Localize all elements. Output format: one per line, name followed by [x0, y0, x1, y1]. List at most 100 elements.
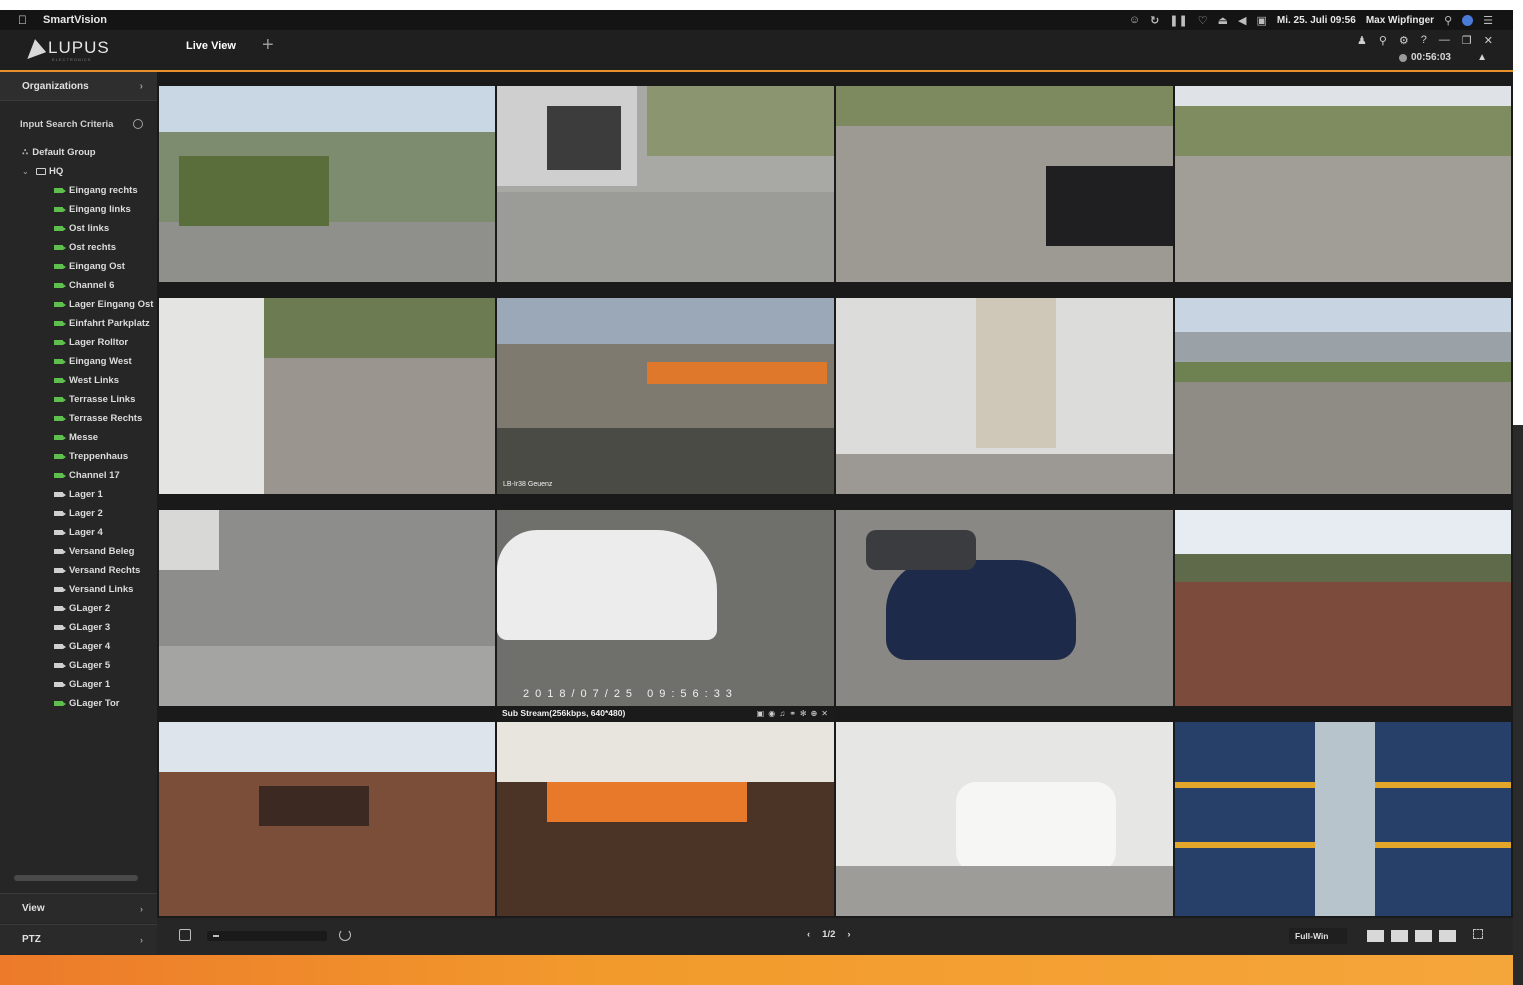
video-tile-3[interactable]: [836, 86, 1173, 282]
prev-page-icon[interactable]: ‹: [807, 929, 810, 940]
pause-icon[interactable]: ❚❚: [1169, 14, 1187, 27]
tree-camera-item[interactable]: Lager Eingang Ost: [0, 295, 157, 314]
view-panel-header[interactable]: View ›: [0, 893, 157, 923]
volume-icon[interactable]: ◀: [1238, 14, 1246, 27]
tree-camera-item[interactable]: Lager 2: [0, 504, 157, 523]
chevron-down-icon[interactable]: ⌄: [22, 167, 36, 176]
zoom-icon[interactable]: ⊕: [811, 709, 818, 718]
tree-camera-item[interactable]: Terrasse Rechts: [0, 409, 157, 428]
tree-camera-item[interactable]: Lager 1: [0, 485, 157, 504]
video-tile-16[interactable]: [1175, 722, 1511, 916]
heart-icon[interactable]: ♡: [1198, 14, 1208, 27]
mic-icon[interactable]: ⚭: [789, 709, 796, 718]
window-controls: ♟ ⚲ ⚙ ? — ❐ ✕: [1357, 34, 1493, 47]
snapshot-icon[interactable]: ◉: [768, 709, 775, 718]
ptz-panel-header[interactable]: PTZ ›: [0, 924, 157, 954]
tree-camera-item[interactable]: Versand Beleg: [0, 542, 157, 561]
tree-camera-item[interactable]: GLager 3: [0, 618, 157, 637]
tree-camera-item[interactable]: Eingang West: [0, 352, 157, 371]
app-menu-name[interactable]: SmartVision: [43, 14, 107, 26]
tree-camera-item[interactable]: Ost links: [0, 219, 157, 238]
organizations-header[interactable]: Organizations ›: [0, 72, 157, 101]
help-icon[interactable]: ?: [1421, 34, 1427, 47]
history-icon[interactable]: ↻: [1150, 14, 1159, 27]
tree-default-group[interactable]: ∴ Default Group: [0, 143, 157, 162]
siri-icon[interactable]: [1462, 14, 1474, 26]
fullscreen-icon[interactable]: [1473, 929, 1483, 939]
minimize-icon[interactable]: —: [1439, 34, 1450, 47]
layout-4-icon[interactable]: [1439, 930, 1456, 942]
camera-icon: [54, 302, 66, 307]
search-input[interactable]: Input Search Criteria: [0, 113, 157, 135]
sidebar-splitter[interactable]: [14, 875, 138, 881]
tree-camera-item[interactable]: Lager Rolltor: [0, 333, 157, 352]
video-tile-6[interactable]: LB-Ir38 Geuenz: [497, 298, 834, 494]
video-tile-7[interactable]: [836, 298, 1173, 494]
tree-camera-item[interactable]: Terrasse Links: [0, 390, 157, 409]
tree-camera-item[interactable]: Versand Links: [0, 580, 157, 599]
close-icon[interactable]: ✕: [821, 709, 828, 718]
video-tile-14[interactable]: [497, 722, 834, 916]
tree-camera-item[interactable]: GLager 2: [0, 599, 157, 618]
tree-camera-item[interactable]: Versand Rechts: [0, 561, 157, 580]
apple-icon[interactable]: : [18, 13, 27, 27]
record-icon[interactable]: ▣: [757, 709, 765, 718]
video-tile-9[interactable]: [159, 510, 495, 706]
search-icon[interactable]: [133, 119, 143, 129]
tree-camera-item[interactable]: GLager 5: [0, 656, 157, 675]
notification-center-icon[interactable]: ☰: [1483, 14, 1493, 27]
audio-icon[interactable]: ♫: [779, 709, 785, 718]
close-icon[interactable]: ✕: [1484, 34, 1493, 47]
video-tile-13[interactable]: [159, 722, 495, 916]
layout-3-icon[interactable]: [1415, 930, 1432, 942]
video-tile-10[interactable]: 2018/07/25 09:56:33: [497, 510, 834, 706]
tree-camera-item[interactable]: Lager 4: [0, 523, 157, 542]
tab-live-view[interactable]: Live View: [186, 40, 236, 52]
tree-camera-item[interactable]: Messe: [0, 428, 157, 447]
stream-slider[interactable]: [207, 931, 327, 941]
folder-icon: [36, 168, 46, 175]
camera-icon: [54, 454, 66, 459]
eject-icon[interactable]: ⏏: [1218, 14, 1228, 27]
tree-camera-item[interactable]: Eingang rechts: [0, 181, 157, 200]
tree-camera-item[interactable]: GLager 1: [0, 675, 157, 694]
video-tile-12[interactable]: [1175, 510, 1511, 706]
layout-1-icon[interactable]: [1367, 930, 1384, 942]
substream-info-bar: Sub Stream(256kbps, 640*480) ▣ ◉ ♫ ⚭ ✻ ⊕…: [496, 706, 834, 720]
tree-hq[interactable]: ⌄ HQ: [0, 162, 157, 181]
tree-camera-item[interactable]: Ost rechts: [0, 238, 157, 257]
display-icon[interactable]: ▣: [1256, 14, 1266, 27]
tree-camera-item[interactable]: Eingang Ost: [0, 257, 157, 276]
video-tile-8[interactable]: [1175, 298, 1511, 494]
refresh-icon[interactable]: [339, 929, 351, 941]
video-tile-11[interactable]: [836, 510, 1173, 706]
tree-camera-item[interactable]: Treppenhaus: [0, 447, 157, 466]
spotlight-search-icon[interactable]: ⚲: [1444, 14, 1452, 27]
tree-camera-item[interactable]: Channel 6: [0, 276, 157, 295]
user-icon[interactable]: ♟: [1357, 34, 1367, 47]
accessibility-icon[interactable]: ☺: [1129, 14, 1140, 26]
fullwin-select[interactable]: Full-Win: [1289, 928, 1347, 944]
add-tab-button[interactable]: +: [262, 34, 274, 57]
layout-2-icon[interactable]: [1391, 930, 1408, 942]
save-view-icon[interactable]: [179, 929, 191, 941]
ptz-icon[interactable]: ✻: [800, 709, 807, 718]
video-tile-15[interactable]: [836, 722, 1173, 916]
menubar-user[interactable]: Max Wipfinger: [1366, 15, 1434, 26]
video-tile-2[interactable]: [497, 86, 834, 282]
tree-camera-item[interactable]: Einfahrt Parkplatz: [0, 314, 157, 333]
alarm-bell-icon[interactable]: ▲: [1477, 52, 1487, 63]
video-tile-5[interactable]: [159, 298, 495, 494]
tree-camera-item[interactable]: GLager Tor: [0, 694, 157, 713]
lock-icon[interactable]: ⚲: [1379, 34, 1387, 47]
tree-camera-item[interactable]: GLager 4: [0, 637, 157, 656]
tree-camera-item[interactable]: Channel 17: [0, 466, 157, 485]
video-tile-4[interactable]: [1175, 86, 1511, 282]
tree-camera-item[interactable]: Eingang links: [0, 200, 157, 219]
next-page-icon[interactable]: ›: [847, 929, 850, 940]
menubar-datetime[interactable]: Mi. 25. Juli 09:56: [1277, 15, 1356, 26]
video-tile-1[interactable]: [159, 86, 495, 282]
tree-camera-item[interactable]: West Links: [0, 371, 157, 390]
restore-icon[interactable]: ❐: [1462, 34, 1472, 47]
gear-icon[interactable]: ⚙: [1399, 34, 1409, 47]
